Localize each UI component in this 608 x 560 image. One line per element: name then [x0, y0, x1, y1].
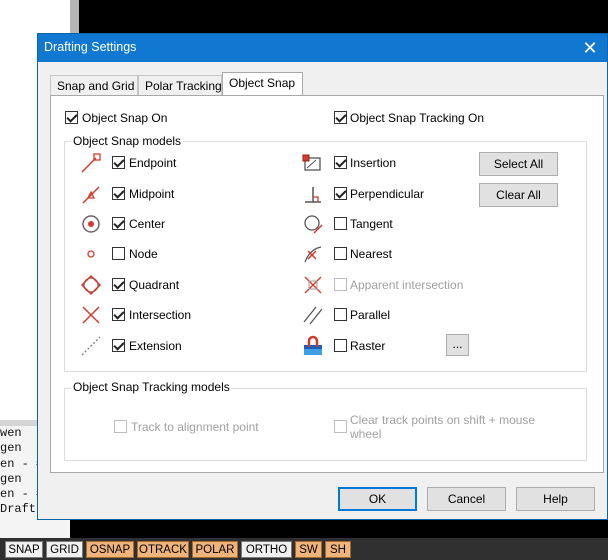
center-label[interactable]: Center	[129, 217, 165, 231]
otrack-toggle[interactable]: OTRACK	[137, 541, 189, 558]
object-snap-on-checkbox[interactable]	[65, 111, 78, 124]
osnap-toggle[interactable]: OSNAP	[86, 541, 134, 558]
perpendicular-icon	[305, 187, 321, 203]
perpendicular-label[interactable]: Perpendicular	[350, 187, 424, 201]
grid-toggle[interactable]: GRID	[46, 541, 83, 558]
dialog-title: Drafting Settings	[44, 40, 137, 54]
endpoint-icon	[81, 153, 101, 173]
clear-track-points-checkbox	[334, 420, 347, 433]
insertion-icon	[302, 154, 321, 171]
insertion-label[interactable]: Insertion	[350, 156, 396, 170]
raster-label[interactable]: Raster	[350, 339, 385, 353]
raster-options-button[interactable]: ...	[446, 334, 469, 356]
raster-checkbox[interactable]	[334, 339, 347, 352]
object-snap-tracking-on-checkbox[interactable]	[334, 111, 347, 124]
quadrant-checkbox[interactable]	[112, 278, 125, 291]
quadrant-label[interactable]: Quadrant	[129, 278, 179, 292]
insertion-checkbox[interactable]	[334, 156, 347, 169]
tab-object-snap[interactable]: Object Snap	[222, 72, 303, 95]
select-all-button[interactable]: Select All	[479, 152, 558, 176]
tab-snap-and-grid[interactable]: Snap and Grid	[50, 75, 138, 95]
object-snap-on-label[interactable]: Object Snap On	[82, 111, 167, 125]
command-line: gen	[0, 472, 22, 486]
perpendicular-checkbox[interactable]	[334, 187, 347, 200]
center-icon	[82, 215, 100, 233]
center-checkbox[interactable]	[112, 217, 125, 230]
extension-checkbox[interactable]	[112, 339, 125, 352]
nearest-label[interactable]: Nearest	[350, 247, 392, 261]
tangent-label[interactable]: Tangent	[350, 217, 393, 231]
track-to-alignment-label: Track to alignment point	[131, 420, 259, 434]
endpoint-checkbox[interactable]	[112, 156, 125, 169]
midpoint-label[interactable]: Midpoint	[129, 187, 174, 201]
nearest-checkbox[interactable]	[334, 247, 347, 260]
dialog-title-bar[interactable]: Drafting Settings ✕	[38, 34, 607, 62]
close-button[interactable]: ✕	[579, 37, 601, 59]
polar-toggle[interactable]: POLAR	[192, 541, 238, 558]
close-icon: ✕	[582, 38, 598, 58]
parallel-label[interactable]: Parallel	[350, 308, 390, 322]
extension-label[interactable]: Extension	[129, 339, 182, 353]
clear-all-button[interactable]: Clear All	[479, 183, 558, 207]
intersection-label[interactable]: Intersection	[129, 308, 191, 322]
ortho-toggle[interactable]: ORTHO	[241, 541, 292, 558]
tangent-checkbox[interactable]	[334, 217, 347, 230]
help-button[interactable]: Help	[516, 487, 595, 511]
tangent-icon	[304, 215, 323, 234]
midpoint-checkbox[interactable]	[112, 187, 125, 200]
sw-toggle[interactable]: SW	[295, 541, 322, 558]
intersection-icon	[82, 306, 100, 324]
object-snap-panel: Object Snap On Object Snap Tracking On O…	[50, 95, 604, 473]
clear-track-points-label-line2: wheel	[350, 427, 382, 441]
intersection-checkbox[interactable]	[112, 308, 125, 321]
apparent-intersection-icon	[304, 276, 322, 294]
clear-track-points-label-line1: Clear track points on shift + mouse	[350, 413, 536, 427]
command-line: gen	[0, 441, 22, 455]
node-icon	[87, 250, 95, 258]
raster-icon	[304, 335, 322, 355]
cancel-button[interactable]: Cancel	[427, 487, 506, 511]
apparent-intersection-label: Apparent intersection	[350, 278, 464, 292]
parallel-icon	[303, 306, 323, 325]
object-snap-tracking-on-label[interactable]: Object Snap Tracking On	[350, 111, 484, 125]
ok-button[interactable]: OK	[338, 487, 417, 511]
node-checkbox[interactable]	[112, 247, 125, 260]
midpoint-icon	[82, 186, 100, 204]
drafting-settings-dialog: Drafting Settings ✕ Snap and Grid Polar …	[37, 33, 608, 520]
quadrant-icon	[80, 274, 102, 296]
tracking-models-label: Object Snap Tracking models	[71, 380, 232, 394]
extension-icon	[81, 336, 101, 356]
track-to-alignment-checkbox	[114, 420, 127, 433]
command-line: wen	[0, 426, 22, 440]
snap-toggle[interactable]: SNAP	[5, 541, 43, 558]
node-label[interactable]: Node	[129, 247, 158, 261]
endpoint-label[interactable]: Endpoint	[129, 156, 176, 170]
nearest-icon	[304, 246, 322, 263]
apparent-intersection-checkbox	[334, 278, 347, 291]
object-snap-models-label: Object Snap models	[71, 134, 184, 148]
command-line: Draft	[0, 502, 37, 516]
sh-toggle[interactable]: SH	[325, 541, 351, 558]
tab-polar-tracking[interactable]: Polar Tracking	[138, 75, 222, 95]
parallel-checkbox[interactable]	[334, 308, 347, 321]
